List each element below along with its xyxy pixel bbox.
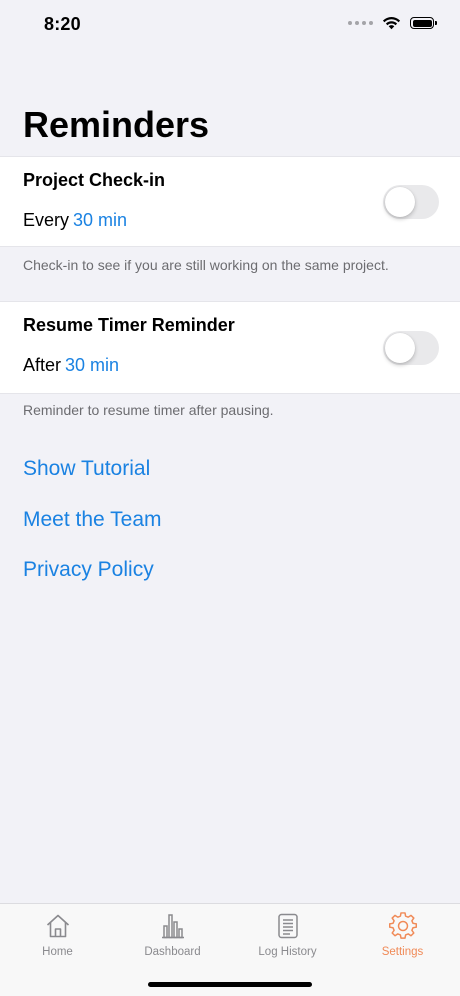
home-icon — [46, 914, 69, 938]
tab-home[interactable]: Home — [0, 904, 115, 996]
project-checkin-interval-row: Every 30 min — [23, 210, 127, 231]
status-bar: 8:20 — [0, 0, 460, 50]
interval-prefix: After — [23, 355, 62, 375]
bar-chart-icon — [161, 914, 184, 939]
status-time: 8:20 — [44, 14, 81, 34]
tab-home-label: Home — [42, 946, 73, 958]
tab-bar: Home Dashboard Log History Settings — [0, 903, 460, 996]
gear-icon — [388, 912, 417, 939]
resume-timer-footnote: Reminder to resume timer after pausing. — [23, 402, 274, 418]
tab-log-history-label: Log History — [258, 946, 317, 958]
show-tutorial-link[interactable]: Show Tutorial — [23, 457, 150, 481]
project-checkin-title: Project Check-in — [23, 170, 166, 190]
interval-prefix: Every — [23, 210, 70, 230]
resume-timer-interval-link[interactable]: 30 min — [65, 355, 119, 375]
privacy-policy-link[interactable]: Privacy Policy — [23, 558, 154, 582]
toggle-knob — [385, 187, 415, 217]
battery-icon — [410, 17, 437, 29]
home-indicator — [148, 982, 312, 987]
tab-settings[interactable]: Settings — [345, 904, 460, 996]
signal-dots-icon — [348, 21, 373, 25]
status-icons — [348, 16, 437, 30]
project-checkin-toggle[interactable] — [383, 185, 439, 219]
resume-timer-row: Resume Timer Reminder After 30 min — [0, 301, 460, 394]
meet-the-team-link[interactable]: Meet the Team — [23, 508, 162, 532]
document-icon — [277, 913, 298, 939]
resume-timer-toggle[interactable] — [383, 331, 439, 365]
resume-timer-interval-row: After 30 min — [23, 355, 119, 376]
tab-settings-label: Settings — [381, 946, 424, 958]
resume-timer-title: Resume Timer Reminder — [23, 315, 235, 335]
project-checkin-footnote: Check-in to see if you are still working… — [23, 257, 389, 273]
project-checkin-row: Project Check-in Every 30 min — [0, 156, 460, 247]
toggle-knob — [385, 333, 415, 363]
wifi-icon — [382, 17, 401, 30]
project-checkin-interval-link[interactable]: 30 min — [73, 210, 127, 230]
page-title: Reminders — [23, 104, 210, 145]
tab-dashboard-label: Dashboard — [144, 946, 201, 958]
